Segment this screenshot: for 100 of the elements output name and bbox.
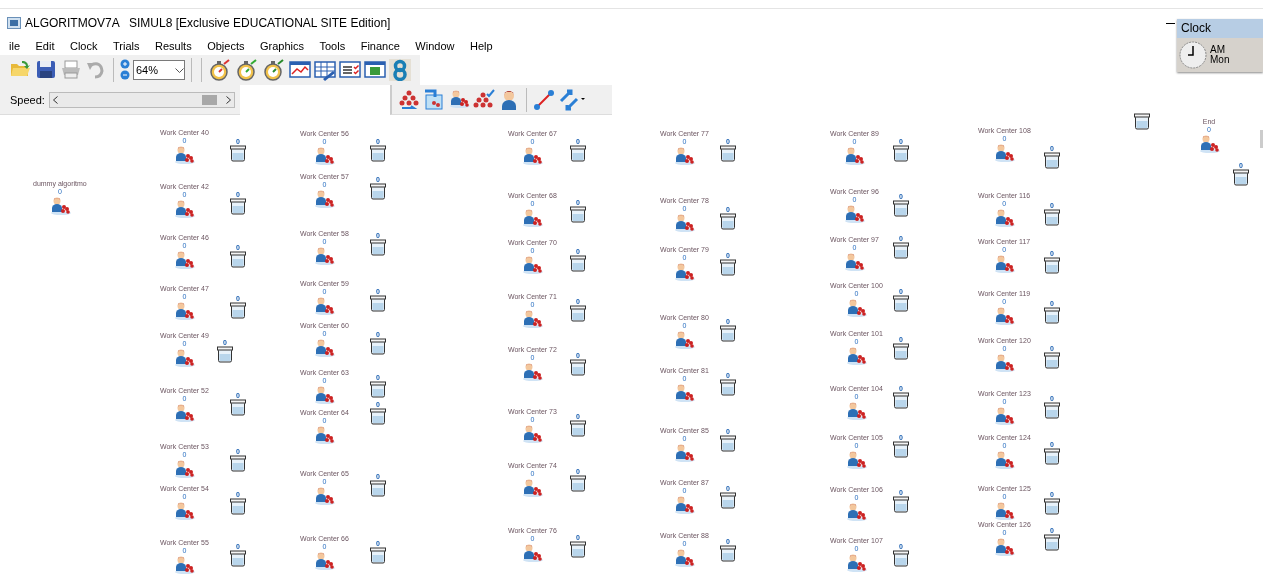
worker-icon[interactable] — [173, 301, 196, 320]
line-chart-icon[interactable] — [289, 59, 311, 81]
worker-icon[interactable] — [993, 353, 1016, 372]
menu-item[interactable]: ile — [9, 40, 20, 52]
worker-icon[interactable] — [313, 486, 336, 505]
checklist-icon[interactable] — [339, 59, 361, 81]
worker-icon[interactable] — [843, 204, 866, 223]
queue-icon[interactable] — [370, 547, 386, 564]
queue-icon[interactable] — [1233, 169, 1249, 186]
balls-icon[interactable] — [398, 88, 420, 111]
worker-icon[interactable] — [173, 459, 196, 478]
worker-icon[interactable] — [313, 551, 336, 570]
queue-icon[interactable] — [1044, 152, 1060, 169]
worker-icon[interactable] — [173, 501, 196, 520]
worker-icon[interactable] — [993, 208, 1016, 227]
worker-icon[interactable] — [448, 88, 470, 111]
queue-icon[interactable] — [230, 145, 246, 162]
queue-icon[interactable] — [570, 305, 586, 322]
menu-item[interactable]: Objects — [207, 40, 245, 52]
queue-icon[interactable] — [230, 455, 246, 472]
worker-icon[interactable] — [845, 298, 868, 317]
arrows-icon[interactable] — [558, 88, 586, 111]
queue-icon[interactable] — [893, 550, 909, 567]
menu-item[interactable]: Clock — [70, 40, 98, 52]
worker-icon[interactable] — [173, 145, 196, 164]
queue-icon[interactable] — [570, 359, 586, 376]
queue-icon[interactable] — [230, 498, 246, 515]
queue-icon[interactable] — [720, 545, 736, 562]
queue-icon[interactable] — [1044, 402, 1060, 419]
worker-icon[interactable] — [993, 537, 1016, 556]
queue-icon[interactable] — [370, 480, 386, 497]
queue-icon[interactable] — [720, 325, 736, 342]
queue-icon[interactable] — [370, 408, 386, 425]
worker-icon[interactable] — [993, 501, 1016, 520]
slider-thumb[interactable] — [201, 94, 217, 105]
queue-icon[interactable] — [720, 435, 736, 452]
queue-icon[interactable] — [230, 302, 246, 319]
queue-icon[interactable] — [1044, 448, 1060, 465]
queue-icon[interactable] — [570, 206, 586, 223]
queue-icon[interactable] — [1044, 352, 1060, 369]
worker-icon[interactable] — [845, 346, 868, 365]
worker-icon[interactable] — [313, 296, 336, 315]
queue-icon[interactable] — [893, 242, 909, 259]
menu-item[interactable]: Help — [469, 40, 493, 52]
connector-icon[interactable] — [533, 88, 555, 111]
scroll-right-icon[interactable] — [225, 95, 231, 104]
worker-icon[interactable] — [313, 246, 336, 265]
queue-icon[interactable] — [230, 198, 246, 215]
queue-icon[interactable] — [1134, 113, 1150, 130]
queue-icon[interactable] — [570, 541, 586, 558]
queue-icon[interactable] — [720, 145, 736, 162]
queue-icon[interactable] — [370, 295, 386, 312]
menu-item[interactable]: Finance — [360, 40, 400, 52]
zoom-spin-icon[interactable] — [120, 59, 130, 81]
worker-icon[interactable] — [673, 383, 696, 402]
worker-icon[interactable] — [313, 425, 336, 444]
queue-icon[interactable] — [370, 338, 386, 355]
queue-icon[interactable] — [230, 251, 246, 268]
queue-icon[interactable] — [230, 399, 246, 416]
dollar-icon[interactable] — [364, 59, 386, 81]
worker-icon[interactable] — [673, 146, 696, 165]
worker-icon[interactable] — [843, 146, 866, 165]
worker-icon[interactable] — [521, 424, 544, 443]
queue-icon[interactable] — [570, 420, 586, 437]
worker-icon[interactable] — [845, 553, 868, 572]
worker-icon[interactable] — [845, 450, 868, 469]
logo-icon[interactable] — [389, 59, 411, 81]
queue-icon[interactable] — [720, 492, 736, 509]
queue-icon[interactable] — [230, 550, 246, 567]
worker-icon[interactable] — [313, 338, 336, 357]
queue-icon[interactable] — [370, 239, 386, 256]
queue-icon[interactable] — [1044, 498, 1060, 515]
queue-icon[interactable] — [1044, 307, 1060, 324]
table-icon[interactable] — [314, 59, 336, 81]
menu-item[interactable]: Results — [155, 40, 192, 52]
queue-icon[interactable] — [570, 145, 586, 162]
menu-item[interactable]: Tools — [319, 40, 346, 52]
worker-icon[interactable] — [673, 443, 696, 462]
queue-icon[interactable] — [720, 213, 736, 230]
worker-icon[interactable] — [521, 146, 544, 165]
stopwatch-icon[interactable] — [235, 59, 259, 81]
queue-icon[interactable] — [893, 496, 909, 513]
worker-icon[interactable] — [48, 196, 71, 215]
queue-icon[interactable] — [1044, 534, 1060, 551]
queue-icon[interactable] — [893, 392, 909, 409]
worker-icon[interactable] — [1198, 134, 1220, 153]
menu-item[interactable]: Graphics — [259, 40, 304, 52]
queue-icon[interactable] — [893, 295, 909, 312]
queue-icon[interactable] — [570, 255, 586, 272]
worker-icon[interactable] — [521, 309, 544, 328]
worker-icon[interactable] — [521, 478, 544, 497]
worker-icon[interactable] — [993, 406, 1016, 425]
worker-icon[interactable] — [673, 548, 696, 567]
zoom-field[interactable]: 64% — [133, 60, 185, 80]
worker-icon[interactable] — [993, 143, 1016, 162]
worker-icon[interactable] — [673, 262, 696, 281]
worker-icon[interactable] — [521, 255, 544, 274]
worker-icon[interactable] — [173, 403, 196, 422]
queue-icon[interactable] — [217, 346, 233, 363]
scrollbar-thumb[interactable] — [1260, 130, 1263, 148]
